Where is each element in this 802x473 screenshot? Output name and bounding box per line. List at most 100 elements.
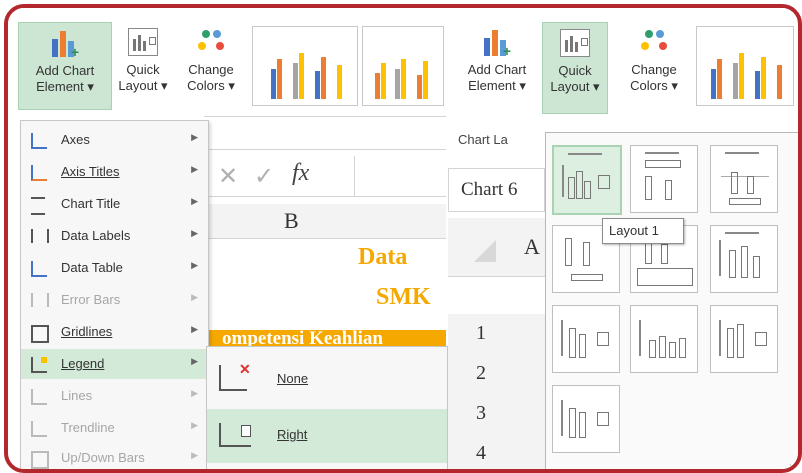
menu-item-legend[interactable]: Legend ▶ [21, 349, 208, 379]
chevron-right-icon: ▶ [191, 260, 198, 270]
menu-item-trendline[interactable]: Trendline ▶ [21, 413, 208, 443]
right-change-colors-button[interactable]: Change Colors ▾ [620, 22, 688, 112]
thumb-bar [717, 59, 722, 99]
layout-8-thumb[interactable] [630, 305, 698, 373]
cancel-icon[interactable]: ✕ [218, 162, 238, 191]
row-header[interactable]: 3 [448, 394, 545, 435]
resize-grip-icon[interactable]: ⋰ [783, 463, 792, 469]
layout-1-thumb[interactable] [552, 145, 622, 215]
menu-item-gridlines[interactable]: Gridlines ▶ [21, 317, 208, 347]
menu-item-label: Error Bars [61, 292, 121, 307]
layout-10-thumb[interactable] [552, 385, 620, 453]
axes-icon [31, 133, 47, 149]
right-quick-layout-button[interactable]: Quick Layout ▾ [542, 22, 608, 114]
insert-function-icon[interactable]: fx [292, 160, 309, 187]
row-header[interactable]: 4 [448, 434, 545, 469]
menu-item-data-labels[interactable]: Data Labels ▶ [21, 221, 208, 251]
column-header-row: B [204, 204, 446, 239]
tooltip: Layout 1 [602, 218, 684, 244]
name-box[interactable]: Chart 6 [448, 168, 545, 212]
tooltip-text: Layout 1 [609, 223, 659, 238]
ribbon-bottom-strip [204, 116, 446, 150]
chevron-right-icon: ▶ [191, 324, 198, 334]
layout-7-thumb[interactable] [552, 305, 620, 373]
thumb-bar [381, 63, 386, 99]
legend-option-label: Right [277, 427, 308, 442]
menu-item-axes[interactable]: Axes ▶ [21, 125, 208, 155]
change-colors-label-2: Colors ▾ [630, 78, 678, 93]
quick-layout-label-1: Quick [126, 62, 160, 77]
legend-none-icon: ✕ [219, 361, 251, 391]
legend-option-none[interactable]: ✕ None [207, 353, 447, 407]
change-colors-label-1: Change [188, 62, 234, 77]
right-chart-style-thumb[interactable] [696, 26, 794, 106]
add-chart-element-icon: + [50, 29, 80, 59]
menu-item-error-bars[interactable]: Error Bars ▶ [21, 285, 208, 315]
chart-style-thumb-2[interactable] [362, 26, 444, 106]
menu-item-up-down-bars[interactable]: Up/Down Bars ▶ [21, 443, 208, 469]
thumb-bar [315, 71, 320, 99]
select-all-corner[interactable]: A [448, 218, 545, 277]
select-all-triangle-icon [474, 240, 496, 262]
chevron-right-icon: ▶ [191, 132, 198, 142]
row-header[interactable]: 2 [448, 354, 545, 395]
menu-item-label: Axes [61, 132, 90, 147]
layout-3-thumb[interactable] [710, 145, 778, 213]
thumb-bar [755, 71, 760, 99]
chart-layouts-group-label: Chart La [458, 132, 508, 147]
thumb-bar [401, 59, 406, 99]
add-chart-element-menu: Axes ▶ Axis Titles ▶ Chart Title ▶ Data … [20, 120, 209, 469]
legend-icon [31, 357, 47, 373]
add-chart-element-button[interactable]: + Add Chart Element ▾ [18, 22, 112, 110]
quick-layout-label-2: Layout ▾ [118, 78, 168, 93]
thumb-bar [777, 65, 782, 99]
change-colors-label-2: Colors ▾ [187, 78, 235, 93]
menu-item-label: Trendline [61, 420, 115, 435]
row-header[interactable]: 1 [448, 314, 545, 355]
legend-submenu: ✕ None Right [206, 346, 448, 469]
layout-6-thumb[interactable] [710, 225, 778, 293]
layout-9-thumb[interactable] [710, 305, 778, 373]
right-ribbon: + Add Chart Element ▾ Quick Layout ▾ Cha… [448, 8, 794, 148]
change-colors-icon [196, 28, 226, 56]
layout-2-thumb[interactable] [630, 145, 698, 213]
thumb-bar [711, 69, 716, 99]
trendline-icon [31, 421, 47, 437]
legend-option-label: None [277, 371, 309, 386]
legend-right-icon [219, 423, 251, 447]
legend-option-right[interactable]: Right [207, 409, 447, 463]
menu-item-label: Up/Down Bars [61, 450, 145, 465]
sheet-text-data: Data [358, 244, 408, 270]
quick-layout-icon [128, 28, 158, 56]
menu-item-label: Chart Title [61, 196, 121, 211]
column-b-header[interactable]: B [284, 208, 299, 234]
screenshot-frame: + Add Chart Element ▾ Quick Layout ▾ Cha… [4, 4, 802, 473]
quick-layout-label-1: Quick [558, 63, 592, 78]
quick-layout-icon [560, 29, 590, 57]
quick-layout-label-2: Layout ▾ [550, 79, 600, 94]
change-colors-button[interactable]: Change Colors ▾ [178, 22, 244, 108]
enter-icon[interactable]: ✓ [254, 162, 274, 191]
thumb-bar [337, 65, 342, 99]
chart-style-thumb-1[interactable] [252, 26, 358, 106]
menu-item-label: Data Table [61, 260, 123, 275]
quick-layout-button[interactable]: Quick Layout ▾ [112, 22, 174, 108]
sheet-text-smk: SMK [376, 284, 431, 310]
quick-layout-gallery: ⋰ [545, 132, 798, 469]
gridlines-icon [31, 325, 49, 343]
menu-item-data-table[interactable]: Data Table ▶ [21, 253, 208, 283]
thumb-bar [271, 69, 276, 99]
chevron-right-icon: ▶ [191, 164, 198, 174]
column-a-header[interactable]: A [524, 234, 540, 260]
menu-item-lines[interactable]: Lines ▶ [21, 381, 208, 411]
chevron-right-icon: ▶ [191, 292, 198, 302]
right-add-chart-element-button[interactable]: + Add Chart Element ▾ [454, 22, 540, 112]
axis-titles-icon [31, 165, 47, 181]
row-number: 3 [476, 402, 486, 424]
menu-item-axis-titles[interactable]: Axis Titles ▶ [21, 157, 208, 187]
formula-input[interactable] [354, 156, 447, 196]
chevron-right-icon: ▶ [191, 450, 198, 460]
menu-item-chart-title[interactable]: Chart Title ▶ [21, 189, 208, 219]
add-chart-element-label-1: Add Chart [467, 62, 527, 77]
menu-item-label: Lines [61, 388, 93, 403]
